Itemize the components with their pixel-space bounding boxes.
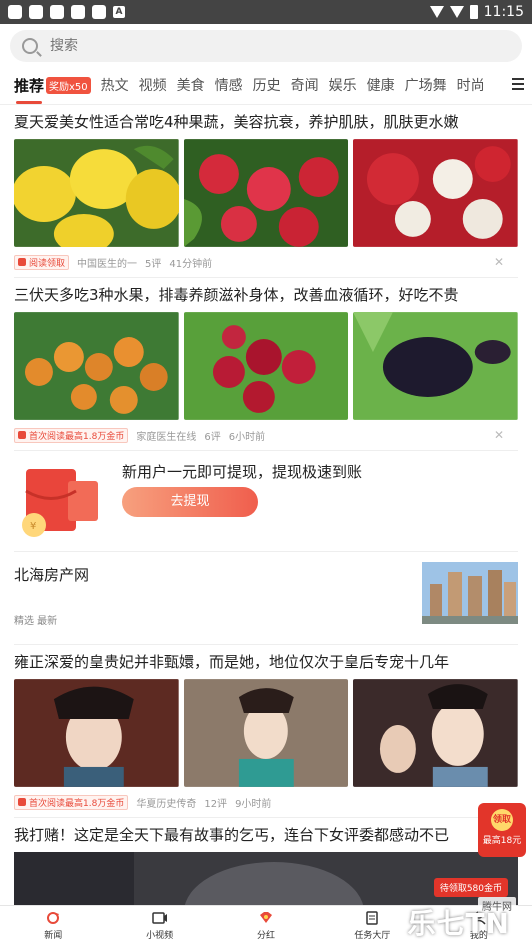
bonus-icon [260,912,273,923]
tab-entertainment[interactable]: 娱乐 [329,75,357,95]
promo-card[interactable]: ¥ 新用户一元即可提现，提现极速到账 去提现 [14,450,518,552]
article-source: 中国医生的一 [77,258,138,270]
close-icon[interactable]: ✕ [494,255,504,269]
article-time: 6小时前 [228,431,266,443]
video-icon [151,912,167,924]
article-time: 41分钟前 [169,258,213,270]
notification-icon [8,5,22,19]
search-input[interactable] [48,37,226,55]
article-card[interactable]: 三伏天多吃3种水果，排毒养颜滋补身体，改善血液循环，好吃不贵 首次阅读最高1.8… [0,278,532,450]
nav-short-video[interactable]: 小视频 [106,906,212,946]
reward-tag: 阅读领取 [14,254,70,270]
reward-tag-icon [18,798,26,806]
raspberry-image [183,139,349,247]
search-icon [22,38,38,54]
article-card[interactable]: 夏天爱美女性适合常吃4种果蔬，美容抗衰，养护肌肤，肌肤更水嫩 阅读领取 中国医生… [0,105,532,277]
close-icon[interactable]: ✕ [494,428,504,442]
article-source: 家庭医生在线 [136,431,197,443]
article-time: 9小时前 [235,798,272,810]
drama-still-image [353,679,519,787]
nav-label: 任务大厅 [354,931,391,941]
article-card[interactable]: 我打赌！这定是全天下最有故事的乞丐，连台下女评委都感动不已 [0,818,532,845]
mulberry-image [353,312,519,420]
floating-ad-text: 最高18元 [482,836,522,846]
article-comments: 12评 [204,798,228,810]
lemon-image [14,139,179,247]
nav-bonus[interactable]: 分红 [213,906,319,946]
buildings-image [422,562,518,624]
article-comments: 5评 [145,258,162,270]
bayberry-image [183,312,349,420]
drama-still-image [183,679,349,787]
nav-news[interactable]: 新闻 [0,906,106,946]
wifi-icon [429,6,444,18]
article-comments: 6评 [204,431,221,443]
notification-icon [50,5,64,19]
tab-emotion[interactable]: 情感 [215,75,243,95]
tab-food[interactable]: 美食 [177,75,205,95]
withdraw-button[interactable]: 去提现 [122,487,258,517]
notification-icon [29,5,43,19]
tab-fashion[interactable]: 时尚 [457,75,485,95]
a-icon: A [113,6,125,18]
tabs-fade [488,66,508,104]
ad-card[interactable]: 北海房产网 精选 最新 [14,552,518,645]
reward-badge: 奖励x50 [46,76,91,94]
tab-strange[interactable]: 奇闻 [291,75,319,95]
notification-icon [71,5,85,19]
ad-sub: 精选 最新 [14,616,58,627]
article-title[interactable]: 三伏天多吃3种水果，排毒养颜滋补身体，改善血液循环，好吃不贵 [14,278,518,305]
watermark: 乐七TN [407,907,510,940]
article-title[interactable]: 夏天爱美女性适合常吃4种果蔬，美容抗衰，养护肌肤，肌肤更水嫩 [14,105,518,132]
coin-tag: 待领取580金币 [433,878,508,897]
status-bar: A 11:15 [0,0,532,24]
ad-title[interactable]: 北海房产网 [14,564,89,585]
article-title[interactable]: 我打赌！这定是全天下最有故事的乞丐，连台下女评委都感动不已 [14,818,518,845]
article-title[interactable]: 雍正深爱的皇贵妃并非甄嬛，而是她，地位仅次于皇后专宠十几年 [14,645,518,672]
claim-coin-icon: 领取 [491,809,513,831]
article-source: 华夏历史传奇 [136,798,197,810]
promo-title: 新用户一元即可提现，提现极速到账 [122,463,363,481]
search-bar[interactable] [10,30,522,62]
article-card[interactable]: 雍正深爱的皇贵妃并非甄嬛，而是她，地位仅次于皇后专宠十几年 首次阅读最高1.8万… [0,645,532,817]
red-envelope-icon: ¥ [22,469,98,537]
refresh-icon [47,912,60,924]
loquat-image [14,312,179,420]
tab-video[interactable]: 视频 [139,75,167,95]
tab-health[interactable]: 健康 [367,75,395,95]
nav-label: 新闻 [44,931,63,941]
signal-icon [449,6,464,18]
task-icon [366,911,379,925]
tab-history[interactable]: 历史 [253,75,281,95]
tab-square-dance[interactable]: 广场舞 [405,75,447,95]
reward-tag: 首次阅读最高1.8万金币 [14,794,129,810]
reward-tag-icon [18,258,26,266]
reward-tag-icon [18,431,26,439]
notification-icon [92,5,106,19]
svg-text:¥: ¥ [30,521,36,532]
reward-tag: 首次阅读最高1.8万金币 [14,427,129,443]
battery-icon [469,5,478,19]
drama-still-image [14,679,179,787]
tab-hot[interactable]: 热文 [101,75,129,95]
rambutan-image [353,139,519,247]
floating-reward-ad[interactable]: 领取 最高18元 [478,803,526,857]
video-thumbnail[interactable]: 待领取580金币 [14,852,518,908]
nav-label: 分红 [257,931,276,941]
nav-label: 小视频 [146,931,174,941]
tab-recommend[interactable]: 推荐 [14,75,44,104]
category-tabs: 推荐 奖励x50 热文 视频 美食 情感 历史 奇闻 娱乐 健康 广场舞 时尚 [0,66,532,105]
menu-icon[interactable] [512,78,524,90]
clock: 11:15 [483,4,524,20]
